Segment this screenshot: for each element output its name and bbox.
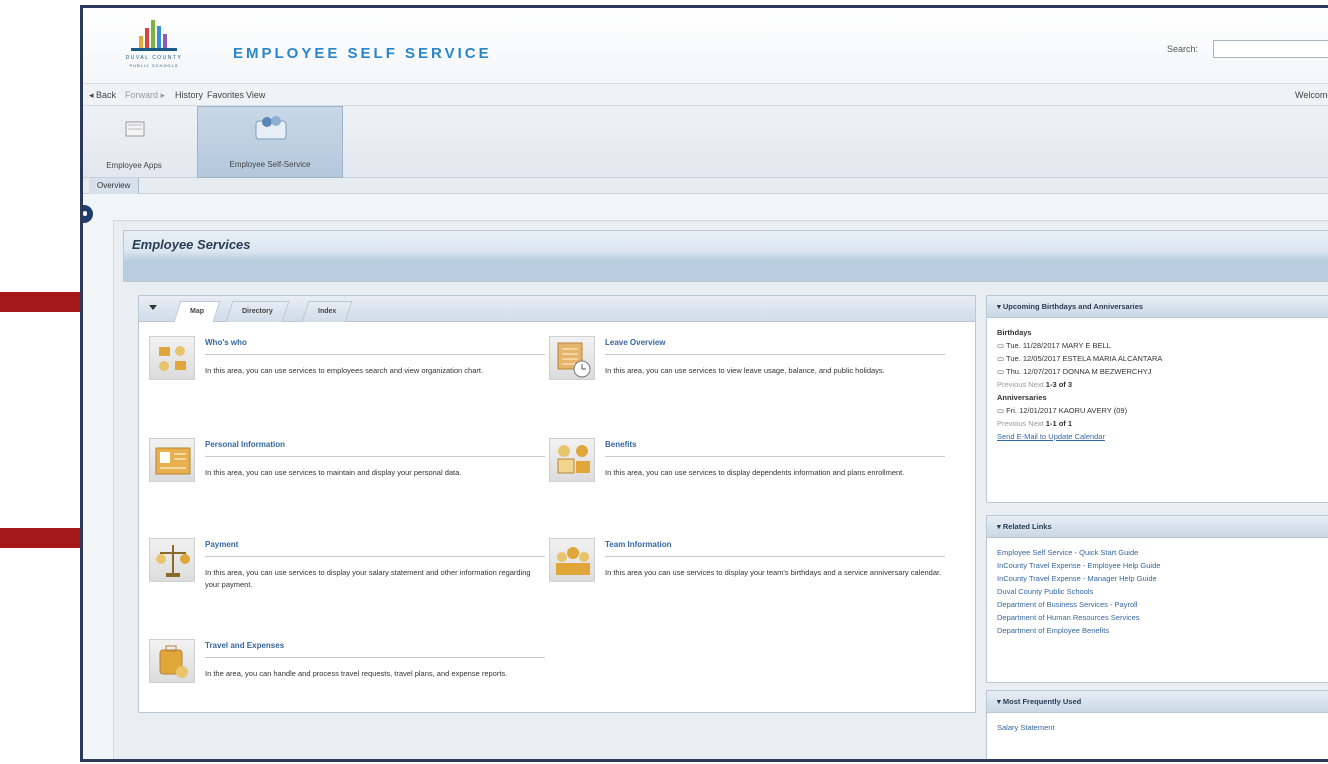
people-icon (255, 116, 287, 140)
benefits-icon (549, 438, 595, 482)
birthdays-label: Birthdays (997, 328, 1032, 337)
history-menu[interactable]: History (175, 90, 203, 100)
forward-button[interactable]: Forward ▸ (125, 90, 165, 101)
tab-directory[interactable]: Directory (225, 301, 290, 322)
collapse-toggle-icon[interactable] (149, 305, 157, 310)
payment-icon (149, 538, 195, 582)
service-payment[interactable]: Payment In this area, you can use servic… (149, 538, 549, 628)
page-header-band: Employee Services (123, 230, 1328, 282)
favorites-menu[interactable]: Favorites (207, 90, 244, 100)
district-logo: DUVAL COUNTY PUBLIC SCHOOLS (119, 20, 189, 78)
role-tab-employee-self-service[interactable]: Employee Self-Service (197, 106, 343, 178)
next-link[interactable]: Next (1028, 380, 1043, 389)
id-card-icon (149, 438, 195, 482)
team-icon (549, 538, 595, 582)
service-tabbar: Map Directory Index (139, 296, 975, 322)
related-link[interactable]: Duval County Public Schools (997, 585, 1328, 598)
service-travel-and-expenses[interactable]: Travel and Expenses In the area, you can… (149, 639, 549, 729)
service-team-information[interactable]: Team Information In this area you can us… (549, 538, 949, 628)
service-benefits[interactable]: Benefits In this area, you can use servi… (549, 438, 949, 528)
most-frequently-used-panel: Most Frequently Used Salary Statement (986, 690, 1328, 759)
service-leave-overview[interactable]: Leave Overview In this area, you can use… (549, 336, 949, 426)
sub-navigation: Overview (83, 178, 1328, 194)
email-update-calendar-link[interactable]: Send E-Mail to Update Calendar (997, 430, 1328, 443)
folder-icon (125, 121, 145, 137)
related-link[interactable]: Department of Human Resources Services (997, 611, 1328, 624)
info-icon[interactable] (83, 205, 93, 223)
birthdays-panel: Upcoming Birthdays and Anniversaries Bir… (986, 295, 1328, 503)
history-nav: ◂ Back Forward ▸ History Favorites View … (83, 84, 1328, 106)
related-links-title[interactable]: Related Links (987, 516, 1328, 538)
calendar-icon (549, 336, 595, 380)
portal-window: DUVAL COUNTY PUBLIC SCHOOLS EMPLOYEE SEL… (80, 5, 1328, 762)
anniversary-entry: Fri. 12/01/2017 KAORU AVERY (09) (997, 404, 1328, 417)
services-panel: Map Directory Index Who's who In this ar… (138, 295, 976, 713)
travel-icon (149, 639, 195, 683)
related-link[interactable]: Employee Self Service - Quick Start Guid… (997, 546, 1328, 559)
org-icon (149, 336, 195, 380)
related-link[interactable]: InCounty Travel Expense - Employee Help … (997, 559, 1328, 572)
role-tabs: Employee Apps Employee Self-Service (83, 106, 1328, 178)
next-link[interactable]: Next (1028, 419, 1043, 428)
view-menu[interactable]: View (246, 90, 265, 100)
service-whos-who[interactable]: Who's who In this area, you can use serv… (149, 336, 549, 426)
search-label: Search: (1167, 44, 1199, 54)
frequent-item[interactable]: Salary Statement (997, 721, 1328, 734)
birthday-entry: Thu. 12/07/2017 DONNA M BEZWERCHYJ (997, 365, 1328, 378)
birthday-entry: Tue. 11/28/2017 MARY E BELL (997, 339, 1328, 352)
back-button[interactable]: ◂ Back (89, 90, 116, 101)
birthdays-count: 1-3 of 3 (1045, 380, 1073, 389)
most-frequently-used-title[interactable]: Most Frequently Used (987, 691, 1328, 713)
previous-link[interactable]: Previous (997, 419, 1026, 428)
role-tab-employee-apps[interactable]: Employee Apps (89, 106, 179, 178)
portal-header: DUVAL COUNTY PUBLIC SCHOOLS EMPLOYEE SEL… (83, 8, 1328, 84)
welcome-text: Welcome (1295, 90, 1328, 100)
related-link[interactable]: Department of Business Services - Payrol… (997, 598, 1328, 611)
related-links-panel: Related Links Employee Self Service - Qu… (986, 515, 1328, 683)
anniversaries-count: 1-1 of 1 (1045, 419, 1073, 428)
search-input[interactable] (1213, 40, 1328, 58)
app-title: EMPLOYEE SELF SERVICE (233, 45, 492, 62)
related-link[interactable]: InCounty Travel Expense - Manager Help G… (997, 572, 1328, 585)
tab-map[interactable]: Map (173, 301, 221, 322)
related-link[interactable]: Department of Employee Benefits (997, 624, 1328, 637)
anniversaries-label: Anniversaries (997, 393, 1047, 402)
tab-overview[interactable]: Overview (89, 178, 140, 194)
previous-link[interactable]: Previous (997, 380, 1026, 389)
tab-index[interactable]: Index (301, 301, 353, 322)
service-personal-information[interactable]: Personal Information In this area, you c… (149, 438, 549, 528)
birthdays-panel-title[interactable]: Upcoming Birthdays and Anniversaries (987, 296, 1328, 318)
page-title: Employee Services (132, 237, 251, 252)
birthday-entry: Tue. 12/05/2017 ESTELA MARIA ALCANTARA (997, 352, 1328, 365)
